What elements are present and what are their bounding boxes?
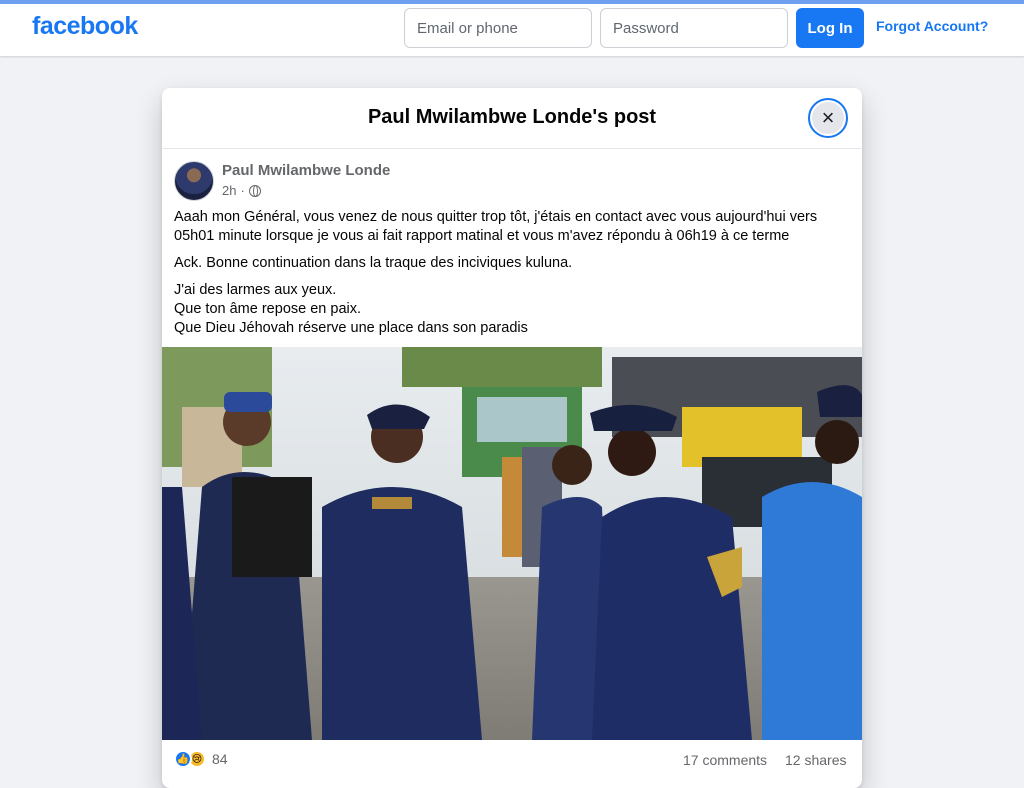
post-line: 05h01 minute lorsque je vous ai fait rap… bbox=[174, 228, 790, 244]
post-paragraph: Ack. Bonne continuation dans la traque d… bbox=[174, 255, 573, 271]
comments-count[interactable]: 17 comments bbox=[683, 752, 767, 768]
post-meta: 2h · bbox=[222, 183, 261, 198]
avatar[interactable] bbox=[174, 161, 214, 201]
modal-header: Paul Mwilambwe Londe's post × bbox=[162, 88, 862, 149]
close-icon: × bbox=[821, 105, 835, 130]
like-icon: 👍 bbox=[174, 750, 192, 768]
post-header: Paul Mwilambwe Londe 2h · bbox=[174, 161, 854, 201]
post-text: Aaah mon Général, vous venez de nous qui… bbox=[174, 208, 850, 346]
police-officers-photo bbox=[162, 347, 862, 740]
post-line: Que ton âme repose en paix. bbox=[174, 301, 362, 317]
post-photo[interactable] bbox=[162, 347, 862, 740]
author-name[interactable]: Paul Mwilambwe Londe bbox=[222, 162, 390, 179]
post-line: Que Dieu Jéhovah réserve une place dans … bbox=[174, 320, 528, 336]
email-input[interactable] bbox=[404, 8, 592, 48]
post-paragraph: J'ai des larmes aux yeux. Que ton âme re… bbox=[174, 281, 850, 338]
facebook-logo[interactable]: facebook bbox=[32, 12, 138, 41]
post-line: Aaah mon Général, vous venez de nous qui… bbox=[174, 209, 818, 225]
meta-separator: · bbox=[240, 183, 245, 198]
post-line: J'ai des larmes aux yeux. bbox=[174, 282, 337, 298]
shares-count[interactable]: 12 shares bbox=[785, 752, 846, 768]
forgot-account-link[interactable]: Forgot Account? bbox=[876, 18, 988, 34]
post-footer: 👍 😢 84 17 comments 12 shares bbox=[162, 740, 862, 788]
top-navigation-bar: facebook Log In Forgot Account? bbox=[0, 0, 1024, 56]
post-modal: Paul Mwilambwe Londe's post × Paul Mwila… bbox=[162, 88, 862, 788]
reaction-count: 84 bbox=[212, 751, 228, 767]
post-time[interactable]: 2h bbox=[222, 183, 236, 198]
login-button[interactable]: Log In bbox=[796, 8, 864, 48]
reactions-summary[interactable]: 👍 😢 84 bbox=[174, 750, 228, 768]
post-paragraph: Aaah mon Général, vous venez de nous qui… bbox=[174, 208, 850, 246]
close-button[interactable]: × bbox=[808, 98, 848, 138]
globe-icon bbox=[248, 184, 261, 197]
modal-title: Paul Mwilambwe Londe's post bbox=[367, 106, 657, 128]
password-input[interactable] bbox=[600, 8, 788, 48]
